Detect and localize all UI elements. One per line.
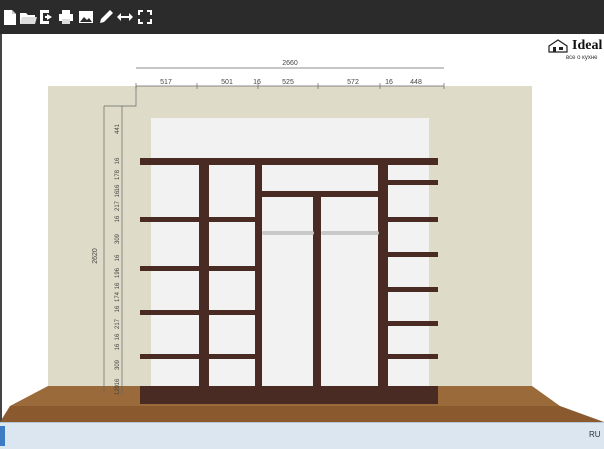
top-dim-label: 517: [160, 79, 172, 86]
image-icon: [76, 7, 96, 27]
arrows-horizontal-icon: [115, 7, 135, 27]
print-icon: [56, 7, 76, 27]
taskbar-app-icon[interactable]: [0, 426, 5, 446]
left-dim-label: 217: [115, 318, 121, 329]
wardrobe-drawing[interactable]: 2660 2620 517 501 16 525 572 16 448 441 16 178 16…: [0, 34, 604, 422]
top-dimension-labels: 517 501 16 525 572 16 448: [160, 79, 422, 86]
fullscreen-icon: [135, 7, 155, 27]
left-dim-label: 16: [115, 282, 121, 289]
wardrobe-top: [140, 158, 438, 165]
shelf: [385, 180, 438, 185]
wardrobe-divider-2: [313, 196, 321, 404]
shelf: [140, 354, 260, 359]
house-logo-icon: [548, 39, 568, 58]
logo-tagline: все о кухне: [566, 55, 598, 61]
hanging-rod: [321, 231, 379, 235]
top-dim-label: 16: [385, 79, 393, 86]
logo-name: Ideal: [572, 38, 603, 53]
left-dim-label: 16: [115, 215, 121, 222]
language-indicator[interactable]: RU: [589, 430, 601, 439]
open-button[interactable]: [18, 7, 38, 27]
fullscreen-button[interactable]: [135, 7, 155, 27]
top-dim-label: 16: [253, 79, 261, 86]
print-button[interactable]: [56, 7, 76, 27]
file-icon: [0, 7, 20, 27]
top-dim-label: 525: [282, 79, 294, 86]
left-dim-label: 16: [115, 190, 121, 197]
shelf: [385, 217, 438, 222]
left-dim-label: 16: [115, 184, 121, 191]
left-dim-label: 129: [115, 384, 121, 395]
shelf: [258, 191, 383, 197]
shelf: [385, 321, 438, 326]
left-dim-label: 178: [115, 169, 121, 180]
left-dim-label: 16: [115, 343, 121, 350]
hanging-rod: [262, 231, 314, 235]
export-button[interactable]: [37, 7, 57, 27]
new-file-button[interactable]: [0, 7, 20, 27]
left-dim-label: 16: [115, 333, 121, 340]
top-dim-label: 501: [221, 79, 233, 86]
shelf: [140, 217, 260, 222]
total-width-label: 2660: [282, 60, 298, 67]
pencil-icon: [96, 7, 116, 27]
left-dim-label: 217: [115, 200, 121, 211]
left-dim-label: 16: [115, 157, 121, 164]
shelf: [385, 354, 438, 359]
top-dim-label: 572: [347, 79, 359, 86]
wardrobe-side-left: [199, 160, 209, 404]
shelf: [385, 287, 438, 292]
left-dim-label: 441: [115, 123, 121, 134]
top-dim-label: 448: [410, 79, 422, 86]
left-dim-label: 16: [115, 378, 121, 385]
edit-button[interactable]: [96, 7, 116, 27]
wardrobe-plinth: [140, 386, 438, 404]
total-height-label: 2620: [92, 248, 99, 264]
shelf: [140, 266, 260, 271]
left-dim-label: 309: [115, 233, 121, 244]
resize-button[interactable]: [115, 7, 135, 27]
taskbar: RU: [0, 422, 604, 449]
left-dim-label: 174: [115, 291, 121, 302]
folder-open-icon: [18, 7, 38, 27]
left-dim-label: 309: [115, 359, 121, 370]
toolbar: [0, 0, 604, 34]
left-dim-label: 16: [115, 254, 121, 261]
floor: [0, 406, 604, 422]
left-dim-label: 16: [115, 305, 121, 312]
shelf: [385, 252, 438, 257]
export-icon: [37, 7, 57, 27]
image-button[interactable]: [76, 7, 96, 27]
left-dim-label: 196: [115, 267, 121, 278]
shelf: [140, 310, 260, 315]
